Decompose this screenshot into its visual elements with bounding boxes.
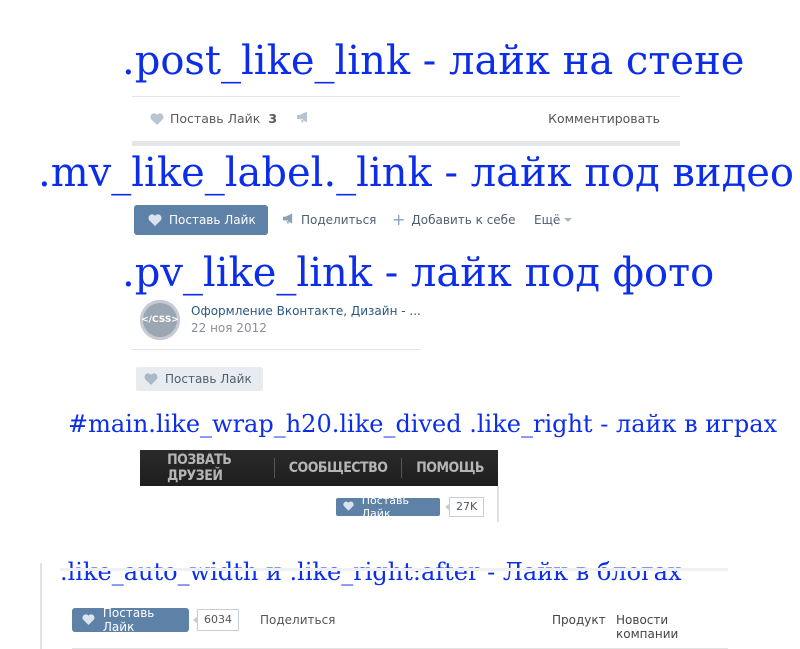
heading-wall: .post_like_link - лайк на стене (122, 38, 745, 84)
wall-like-label: Поставь Лайк (170, 111, 261, 126)
blog-news-link[interactable]: Новости компании (616, 613, 732, 641)
games-like-count: 27K (444, 497, 485, 517)
wall-like-button[interactable]: Поставь Лайк 3 (150, 111, 277, 126)
wall-comment-button[interactable]: Комментировать (548, 111, 660, 126)
heart-icon (148, 214, 162, 226)
nav-community[interactable]: СООБЩЕСТВО (289, 460, 402, 476)
nav-separator (274, 458, 275, 478)
heart-icon (82, 614, 96, 626)
heading-games: #main.like_wrap_h20.like_dived .like_rig… (68, 410, 778, 438)
video-share-button[interactable]: Поделиться (282, 213, 376, 227)
heading-blogs: .like_auto_width и .like_right:after - Л… (60, 558, 682, 586)
chevron-down-icon (564, 218, 573, 222)
video-like-label: Поставь Лайк (169, 213, 256, 227)
games-navbar: ПОЗВАТЬ ДРУЗЕЙ СООБЩЕСТВО ПОМОЩЬ (140, 450, 498, 486)
games-like-button[interactable]: Поставь Лайк (336, 494, 440, 520)
photo-author-link[interactable]: Оформление Вконтакте, Дизайн - ... (191, 304, 421, 318)
heading-video: .mv_like_label._link - лайк под видео (38, 150, 794, 196)
nav-separator (401, 458, 403, 478)
wall-post-actions: Поставь Лайк 3 Комментировать (132, 96, 680, 146)
blog-product-link[interactable]: Продукт (552, 613, 606, 627)
photo-like-button[interactable]: Поставь Лайк (136, 367, 263, 391)
blog-like-label: Поставь Лайк (102, 606, 155, 634)
video-add-label: Добавить к себе (411, 213, 516, 227)
megaphone-icon[interactable] (296, 111, 310, 126)
video-like-button[interactable]: Поставь Лайк (134, 205, 268, 235)
divider (40, 563, 42, 649)
photo-date: 22 ноя 2012 (191, 321, 267, 335)
blog-like-count: 6034 (193, 609, 239, 631)
divider (60, 568, 728, 571)
games-like-label: Поставь Лайк (361, 494, 409, 520)
avatar[interactable]: </CSS> (140, 300, 180, 340)
megaphone-icon (282, 213, 295, 227)
heart-icon (150, 112, 164, 125)
heart-icon (144, 373, 158, 385)
video-more-label: Ещё (534, 213, 561, 227)
blog-share-link[interactable]: Поделиться (260, 613, 335, 627)
photo-like-label: Поставь Лайк (165, 372, 252, 386)
nav-invite-friends[interactable]: ПОЗВАТЬ ДРУЗЕЙ (167, 452, 274, 484)
video-more-button[interactable]: Ещё (534, 213, 573, 227)
video-actions: Поставь Лайк Поделиться + Добавить к себ… (134, 205, 694, 235)
nav-help[interactable]: ПОМОЩЬ (416, 460, 498, 476)
blog-like-button[interactable]: Поставь Лайк (72, 606, 189, 634)
video-add-button[interactable]: + Добавить к себе (392, 210, 516, 229)
heart-icon (343, 501, 357, 513)
wall-like-count: 3 (268, 111, 278, 126)
plus-icon: + (392, 210, 406, 229)
divider (497, 486, 499, 522)
heading-photo: .pv_like_link - лайк под фото (122, 250, 715, 296)
video-share-label: Поделиться (301, 213, 377, 227)
blog-actions: Поставь Лайк 6034 Поделиться Продукт Нов… (72, 606, 732, 641)
games-block: ПОЗВАТЬ ДРУЗЕЙ СООБЩЕСТВО ПОМОЩЬ Поставь… (140, 450, 499, 522)
photo-author-block: </CSS> Оформление Вконтакте, Дизайн - ..… (132, 293, 421, 350)
